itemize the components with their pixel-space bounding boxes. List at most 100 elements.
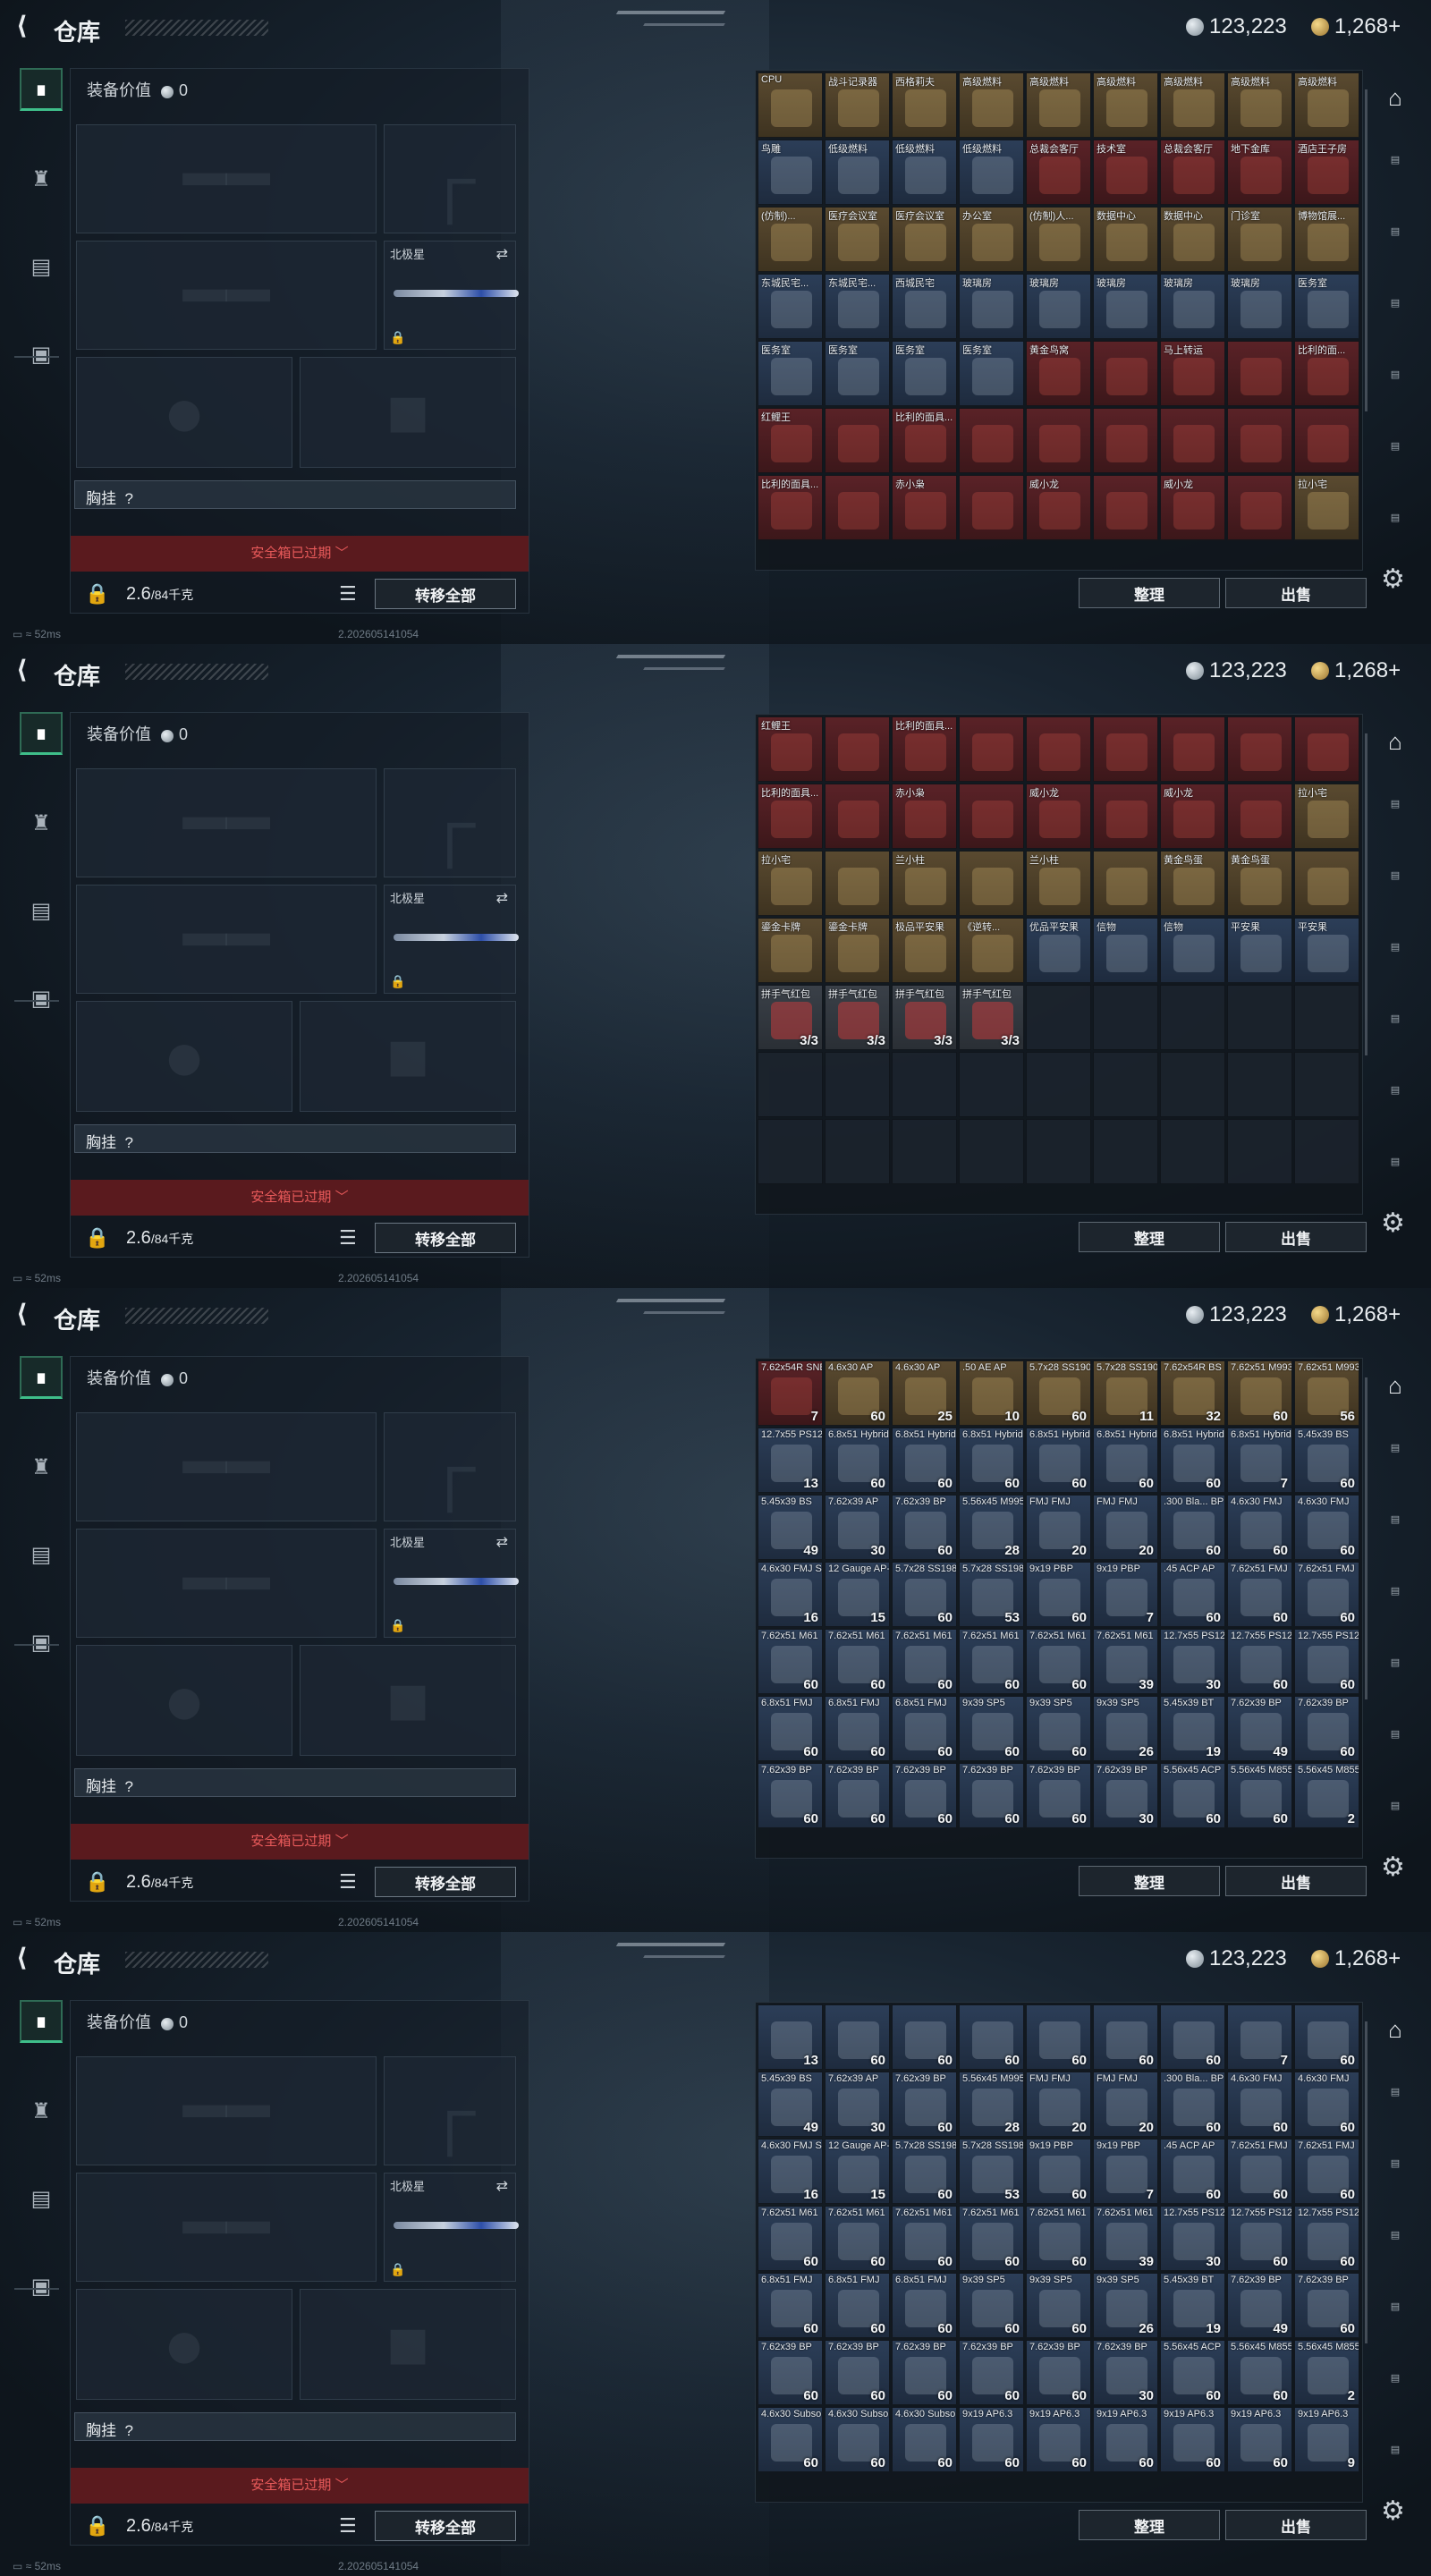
- warehouse-tab-icon[interactable]: ▤: [1377, 1657, 1413, 1687]
- chest-rig-slot[interactable]: 胸挂 ?: [74, 2412, 516, 2441]
- gold-currency[interactable]: 1,268+: [1311, 14, 1401, 39]
- inventory-item[interactable]: FMJ FMJ 20: [1026, 2072, 1091, 2137]
- inventory-item[interactable]: 技术室: [1093, 140, 1158, 205]
- inventory-item[interactable]: 12 Gauge AP-20 15: [825, 2139, 890, 2204]
- sell-button[interactable]: 出售: [1225, 578, 1367, 608]
- inventory-item[interactable]: [1093, 341, 1158, 406]
- inventory-item[interactable]: 7.62x39 BP 60: [892, 2340, 957, 2405]
- inventory-item[interactable]: 9x19 PBP 60: [1026, 1562, 1091, 1627]
- sell-button[interactable]: 出售: [1225, 1866, 1367, 1896]
- inventory-item[interactable]: 威小龙: [1160, 475, 1225, 540]
- inventory-item[interactable]: 5.56x45 M855A1 60: [1227, 2340, 1292, 2405]
- inventory-item[interactable]: 威小龙: [1026, 784, 1091, 849]
- inventory-item[interactable]: 医务室: [959, 341, 1024, 406]
- primary-weapon-slot[interactable]: ━━: [76, 2056, 377, 2165]
- inventory-item[interactable]: 9x19 PBP 7: [1093, 2139, 1158, 2204]
- inventory-item[interactable]: 6.8x51 FMJ 60: [825, 2273, 890, 2338]
- warehouse-home-icon[interactable]: ⌂: [1377, 2016, 1413, 2046]
- transfer-all-button[interactable]: 转移全部: [375, 579, 516, 609]
- inventory-item[interactable]: 60: [892, 2004, 957, 2070]
- inventory-item[interactable]: [825, 716, 890, 782]
- inventory-item[interactable]: 5.45x39 BS 49: [758, 1495, 823, 1560]
- inventory-item[interactable]: 7.62x51 FMJ 60: [1294, 2139, 1359, 2204]
- inventory-item[interactable]: 7.62x51 M61 60: [825, 2206, 890, 2271]
- inventory-item[interactable]: FMJ FMJ 20: [1093, 2072, 1158, 2137]
- armor-slot[interactable]: ■: [300, 2289, 516, 2400]
- inventory-item[interactable]: 4.6x30 FMJ 60: [1227, 2072, 1292, 2137]
- inventory-item[interactable]: 7.62x39 AP 30: [825, 2072, 890, 2137]
- inventory-item[interactable]: [1227, 784, 1292, 849]
- inventory-item[interactable]: 60: [1026, 2004, 1091, 2070]
- grid-scrollbar[interactable]: [1365, 2021, 1367, 2343]
- inventory-item[interactable]: 7.62x51 FMJ 60: [1227, 1562, 1292, 1627]
- sell-button[interactable]: 出售: [1225, 1222, 1367, 1252]
- inventory-item[interactable]: 拉小宅: [1294, 475, 1359, 540]
- inventory-item[interactable]: 60: [1160, 2004, 1225, 2070]
- inventory-item[interactable]: [959, 716, 1024, 782]
- warehouse-tab-icon[interactable]: ▤: [1377, 798, 1413, 828]
- gold-currency[interactable]: 1,268+: [1311, 1302, 1401, 1327]
- inventory-item[interactable]: 9x19 AP6.3 60: [1227, 2407, 1292, 2472]
- inventory-item[interactable]: 数据中心: [1093, 207, 1158, 272]
- inventory-item[interactable]: 9x39 SP5 60: [959, 1696, 1024, 1761]
- inventory-item[interactable]: 12.7x55 PS12B 13: [758, 1428, 823, 1493]
- swap-icon[interactable]: ⇄: [496, 889, 508, 907]
- empty-grid-cell[interactable]: [1294, 1052, 1359, 1117]
- inventory-item[interactable]: 平安果: [1227, 918, 1292, 983]
- inventory-item[interactable]: 4.6x30 FMJ 60: [1294, 2072, 1359, 2137]
- inventory-item[interactable]: 6.8x51 FMJ 60: [758, 1696, 823, 1761]
- inventory-item[interactable]: 高级燃料: [1026, 72, 1091, 138]
- warehouse-tab-icon[interactable]: ▤: [1377, 297, 1413, 327]
- inventory-item[interactable]: 高级燃料: [959, 72, 1024, 138]
- case-icon[interactable]: ▣: [20, 2265, 63, 2308]
- inventory-item[interactable]: 拼手气红包 3/3: [959, 985, 1024, 1050]
- inventory-item[interactable]: 9x19 PBP 7: [1093, 1562, 1158, 1627]
- inventory-item[interactable]: [1093, 475, 1158, 540]
- helmet-slot[interactable]: ●: [76, 1001, 292, 1112]
- inventory-item[interactable]: 7.62x51 M61 39: [1093, 2206, 1158, 2271]
- inventory-item[interactable]: 东城民宅...: [758, 274, 823, 339]
- inventory-item[interactable]: 平安果: [1294, 918, 1359, 983]
- empty-grid-cell[interactable]: [1160, 1052, 1225, 1117]
- warehouse-tab-icon[interactable]: ▤: [1377, 440, 1413, 470]
- inventory-item[interactable]: [825, 851, 890, 916]
- inventory-item[interactable]: 医务室: [892, 341, 957, 406]
- inventory-item[interactable]: .50 AE AP 10: [959, 1360, 1024, 1426]
- helmet-slot[interactable]: ●: [76, 1645, 292, 1756]
- inventory-item[interactable]: 7.62x39 BP 60: [892, 2072, 957, 2137]
- inventory-item[interactable]: 7.62x51 M61 60: [825, 1629, 890, 1694]
- inventory-item[interactable]: 7.62x51 M61 60: [892, 2206, 957, 2271]
- armor-slot[interactable]: ■: [300, 1645, 516, 1756]
- inventory-item[interactable]: [1160, 408, 1225, 473]
- inventory-item[interactable]: 6.8x51 Hybrid 60: [892, 1428, 957, 1493]
- empty-grid-cell[interactable]: [825, 1119, 890, 1184]
- inventory-item[interactable]: 博物馆展...: [1294, 207, 1359, 272]
- inventory-item[interactable]: 7.62x51 M61 60: [1026, 2206, 1091, 2271]
- inventory-item[interactable]: 7.62x51 M993 60: [1227, 1360, 1292, 1426]
- back-arrow-icon[interactable]: ⟨: [16, 13, 39, 38]
- empty-grid-cell[interactable]: [1093, 985, 1158, 1050]
- inventory-item[interactable]: [1227, 716, 1292, 782]
- inventory-item[interactable]: 6.8x51 Hybrid 7: [1227, 1428, 1292, 1493]
- inventory-item[interactable]: 6.8x51 FMJ 60: [892, 1696, 957, 1761]
- inventory-item[interactable]: 12.7x55 PS12 60: [1294, 2206, 1359, 2271]
- inventory-item[interactable]: 地下金库: [1227, 140, 1292, 205]
- warehouse-tab-icon[interactable]: ▤: [1377, 2372, 1413, 2402]
- inventory-item[interactable]: 黄金鸟蛋: [1160, 851, 1225, 916]
- inventory-item[interactable]: 7.62x39 BP 60: [959, 1763, 1024, 1828]
- warehouse-tab-icon[interactable]: ▤: [1377, 1585, 1413, 1615]
- warehouse-tab-icon[interactable]: ▤: [1377, 1442, 1413, 1472]
- inventory-item[interactable]: 数据中心: [1160, 207, 1225, 272]
- pistol-slot[interactable]: ┌: [384, 2056, 516, 2165]
- inventory-item[interactable]: [1026, 408, 1091, 473]
- empty-grid-cell[interactable]: [1227, 1119, 1292, 1184]
- inventory-item[interactable]: 拼手气红包 3/3: [758, 985, 823, 1050]
- inventory-item[interactable]: 办公室: [959, 207, 1024, 272]
- inventory-item[interactable]: 7.62x39 BP 60: [758, 2340, 823, 2405]
- inventory-item[interactable]: [825, 475, 890, 540]
- inventory-item[interactable]: 6.8x51 FMJ 60: [758, 2273, 823, 2338]
- inventory-item[interactable]: [959, 784, 1024, 849]
- inventory-item[interactable]: [1093, 716, 1158, 782]
- back-arrow-icon[interactable]: ⟨: [16, 1945, 39, 1970]
- empty-grid-cell[interactable]: [825, 1052, 890, 1117]
